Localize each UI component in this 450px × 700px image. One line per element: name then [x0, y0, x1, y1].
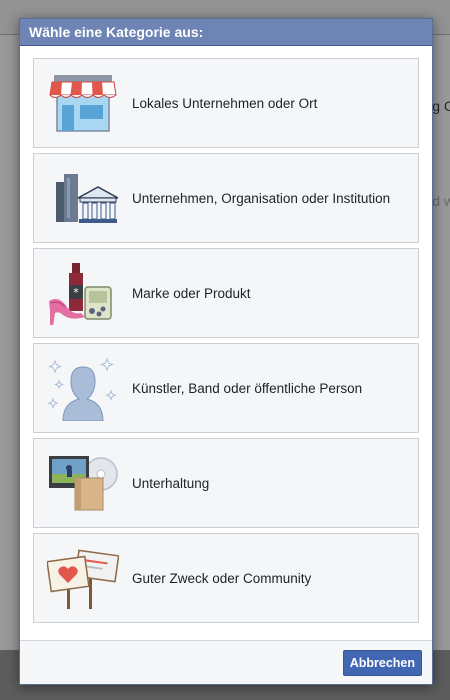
category-list: Lokales Unternehmen oder Ort Unternehmen… — [20, 46, 432, 623]
cause-signs-icon — [34, 534, 132, 622]
category-public-figure[interactable]: Künstler, Band oder öffentliche Person — [33, 343, 419, 433]
category-label: Unterhaltung — [132, 475, 210, 491]
category-label: Lokales Unternehmen oder Ort — [132, 95, 318, 111]
category-label: Guter Zweck oder Community — [132, 570, 312, 586]
cancel-button[interactable]: Abbrechen — [342, 650, 422, 676]
public-person-icon — [34, 344, 132, 432]
category-brand-product[interactable]: * Marke oder Produkt — [33, 248, 419, 338]
category-cause-community[interactable]: Guter Zweck oder Community — [33, 533, 419, 623]
dialog-title: Wähle eine Kategorie aus: — [20, 19, 432, 46]
company-buildings-icon — [34, 154, 132, 242]
category-local-business[interactable]: Lokales Unternehmen oder Ort — [33, 58, 419, 148]
brand-products-icon: * — [34, 249, 132, 337]
category-dialog: Wähle eine Kategorie aus: Lokales Untern… — [19, 18, 433, 685]
category-company[interactable]: Unternehmen, Organisation oder Instituti… — [33, 153, 419, 243]
category-label: Unternehmen, Organisation oder Instituti… — [132, 190, 391, 206]
category-label: Marke oder Produkt — [132, 285, 251, 301]
category-entertainment[interactable]: Unterhaltung — [33, 438, 419, 528]
entertainment-icon — [34, 439, 132, 527]
category-label: Künstler, Band oder öffentliche Person — [132, 380, 363, 396]
dialog-footer: Abbrechen — [20, 640, 432, 684]
storefront-icon — [34, 59, 132, 147]
svg-text:*: * — [73, 286, 79, 299]
